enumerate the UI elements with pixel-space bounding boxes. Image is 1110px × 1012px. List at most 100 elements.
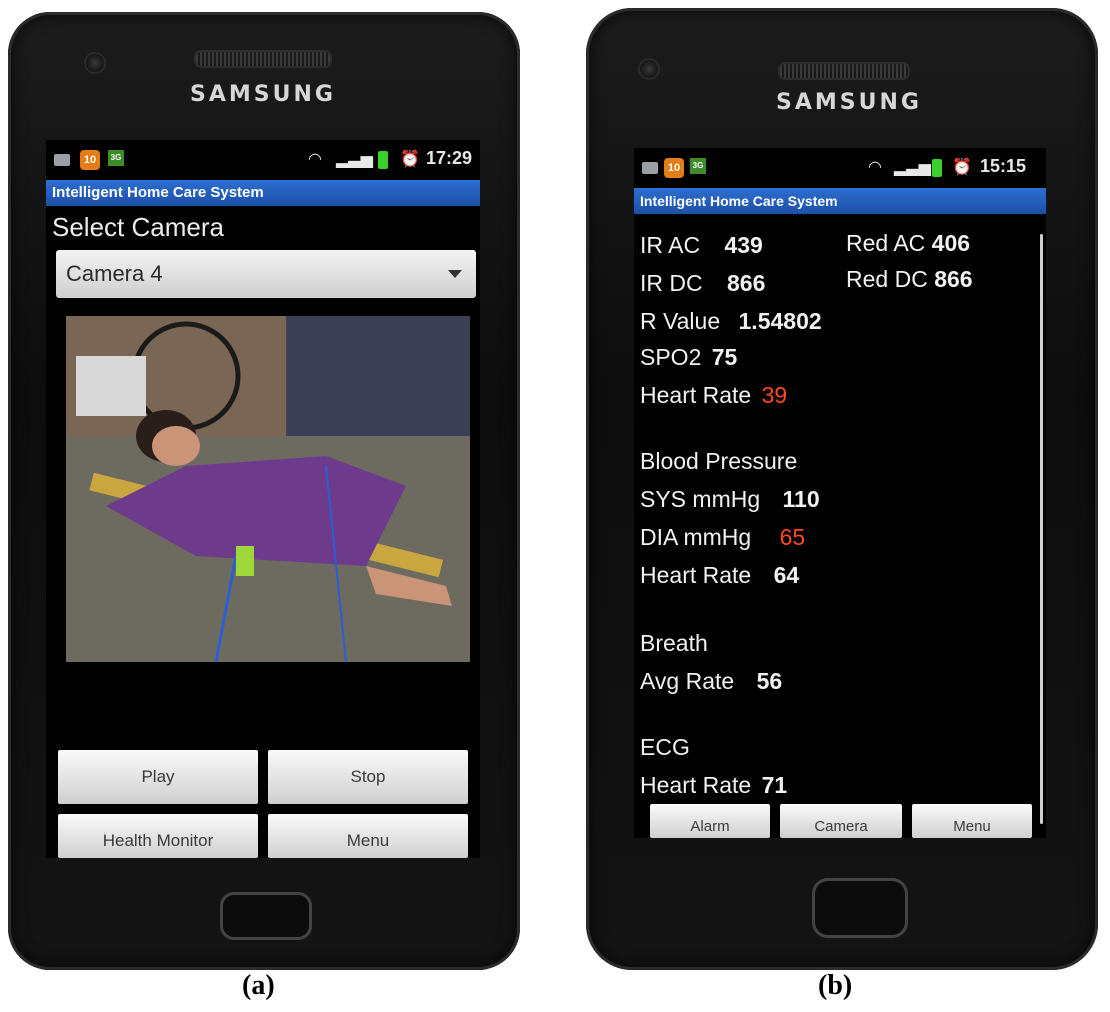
health-monitor-button-label: Health Monitor <box>102 831 214 850</box>
camera-scene-image <box>66 316 470 662</box>
camera-button-label: Camera <box>814 818 868 835</box>
front-camera-lens <box>638 58 660 80</box>
ir-dc-row: IR DC 866 <box>640 270 765 297</box>
app-title-bar: Intelligent Home Care System <box>46 180 480 206</box>
play-button[interactable]: Play <box>58 750 258 804</box>
phone-a: SAMSUNG 10 3G ◠ ▂▃▅ ⏰ 17:29 Intelligent … <box>8 12 520 970</box>
screen: 10 3G ◠ ▂▃▅ ⏰ 15:15 Intelligent Home Car… <box>634 148 1046 838</box>
r-value-label: R Value <box>640 308 721 334</box>
select-camera-label: Select Camera <box>52 212 224 242</box>
menu-button-label: Menu <box>346 831 390 850</box>
red-dc-value: 866 <box>934 266 973 292</box>
message-icon <box>642 162 658 174</box>
store-badge-icon: 10 <box>80 150 100 170</box>
store-badge-count: 10 <box>667 162 681 174</box>
earpiece-speaker <box>194 50 332 68</box>
front-camera-lens <box>84 52 106 74</box>
spo2-heart-rate-row: Heart Rate 39 <box>640 382 787 409</box>
store-badge-count: 10 <box>83 154 97 166</box>
sys-row: SYS mmHg 110 <box>640 486 820 513</box>
dia-label: DIA mmHg <box>640 524 752 550</box>
ir-ac-value: 439 <box>724 232 763 258</box>
ir-dc-label: IR DC <box>640 270 703 296</box>
dia-value: 65 <box>779 524 806 550</box>
home-button[interactable] <box>812 878 908 938</box>
red-ac-row: Red AC 406 <box>846 230 970 257</box>
bp-heart-rate-label: Heart Rate <box>640 562 752 588</box>
status-time: 17:29 <box>426 148 473 168</box>
stop-button[interactable]: Stop <box>268 750 468 804</box>
spo2-heart-rate-label: Heart Rate <box>640 382 752 408</box>
ecg-heart-rate-value: 71 <box>761 772 788 798</box>
signal-icon: ▂▃▅ <box>894 159 931 176</box>
breath-avg-value: 56 <box>756 668 783 694</box>
camera-select[interactable]: Camera 4 <box>56 250 476 298</box>
alarm-clock-icon: ⏰ <box>400 151 420 168</box>
camera-video-feed <box>66 316 470 662</box>
phone-b: SAMSUNG 10 3G ◠ ▂▃▅ ⏰ 15:15 Intelligent … <box>586 8 1098 970</box>
wifi-icon: ◠ <box>868 159 882 176</box>
breath-avg-row: Avg Rate 56 <box>640 668 782 695</box>
ecg-heading: ECG <box>640 734 690 760</box>
caption-a-text: (a) <box>242 970 275 1001</box>
ecg-heart-rate-label: Heart Rate <box>640 772 752 798</box>
health-monitor-button[interactable]: Health Monitor <box>58 814 258 858</box>
ir-dc-value: 866 <box>727 270 766 296</box>
ecg-heart-rate-row: Heart Rate 71 <box>640 772 787 799</box>
play-button-label: Play <box>141 767 175 786</box>
ir-ac-row: IR AC 439 <box>640 232 763 259</box>
menu-button[interactable]: Menu <box>912 804 1032 838</box>
alarm-button[interactable]: Alarm <box>650 804 770 838</box>
signal-icon: ▂▃▅ <box>336 151 373 168</box>
spo2-row: SPO2 75 <box>640 344 737 371</box>
sys-label: SYS mmHg <box>640 486 761 512</box>
brand-logo: SAMSUNG <box>776 90 922 115</box>
blood-pressure-heading: Blood Pressure <box>640 448 798 474</box>
screen: 10 3G ◠ ▂▃▅ ⏰ 17:29 Intelligent Home Car… <box>46 140 480 858</box>
status-bar: 10 3G ◠ ▂▃▅ ⏰ 15:15 <box>634 148 1046 188</box>
battery-icon <box>378 151 388 169</box>
red-ac-label: Red AC <box>846 230 926 256</box>
caption-b: (b) <box>818 970 852 1002</box>
ir-ac-label: IR AC <box>640 232 701 258</box>
red-ac-value: 406 <box>931 230 971 256</box>
alarm-clock-icon: ⏰ <box>952 159 972 176</box>
alarm-button-label: Alarm <box>690 818 730 835</box>
wifi-icon: ◠ <box>308 151 322 168</box>
red-dc-row: Red DC 866 <box>846 266 973 293</box>
spo2-value: 75 <box>711 344 738 370</box>
camera-button[interactable]: Camera <box>780 804 902 838</box>
status-bar: 10 3G ◠ ▂▃▅ ⏰ 17:29 <box>46 140 480 180</box>
spo2-heart-rate-value: 39 <box>761 382 788 408</box>
r-value-row: R Value 1.54802 <box>640 308 822 335</box>
store-badge-icon: 10 <box>664 158 684 178</box>
dia-row: DIA mmHg 65 <box>640 524 805 551</box>
sys-value: 110 <box>782 486 820 512</box>
bp-heart-rate-row: Heart Rate 64 <box>640 562 799 589</box>
breath-avg-label: Avg Rate <box>640 668 735 694</box>
caption-b-text: (b) <box>818 970 853 1001</box>
breath-heading: Breath <box>640 630 708 656</box>
network-3g-icon: 3G <box>690 158 706 174</box>
camera-select-value: Camera 4 <box>66 261 163 286</box>
brand-logo: SAMSUNG <box>190 82 336 107</box>
caption-a: (a) <box>242 970 275 1002</box>
network-3g-icon: 3G <box>108 150 124 166</box>
scrollbar[interactable] <box>1040 234 1043 824</box>
status-time: 15:15 <box>980 156 1027 176</box>
battery-icon <box>932 159 942 177</box>
chevron-down-icon <box>448 270 462 278</box>
network-label: 3G <box>692 161 704 170</box>
menu-button-label: Menu <box>953 818 991 835</box>
network-label: 3G <box>110 153 122 162</box>
bp-heart-rate-value: 64 <box>773 562 800 588</box>
r-value: 1.54802 <box>738 308 822 334</box>
earpiece-speaker <box>778 62 910 80</box>
menu-button[interactable]: Menu <box>268 814 468 858</box>
app-title-bar: Intelligent Home Care System <box>634 188 1046 214</box>
spo2-label: SPO2 <box>640 344 702 370</box>
stop-button-label: Stop <box>350 767 386 786</box>
message-icon <box>54 154 70 166</box>
home-button[interactable] <box>220 892 312 940</box>
red-dc-label: Red DC <box>846 266 928 292</box>
